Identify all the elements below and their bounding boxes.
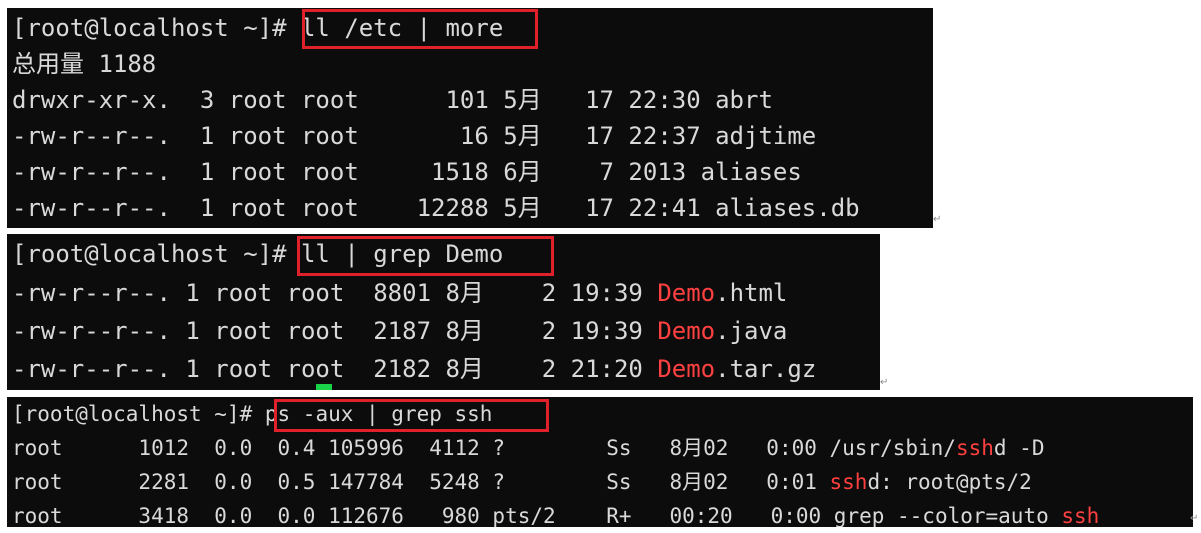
command-highlight-box (302, 9, 538, 49)
row-text: -rw-r--r--. 1 root root 2182 8月 2 21:20 (12, 355, 658, 383)
prompt: [root@localhost ~]# (12, 14, 301, 42)
row-text: root 3418 0.0 0.0 112676 980 pts/2 R+ 00… (12, 504, 1062, 527)
command-highlight-box (297, 236, 554, 276)
row-text: root 1012 0.0 0.4 105996 4112 ? Ss 8月02 … (12, 436, 956, 460)
prompt: [root@localhost ~]# (12, 402, 265, 426)
terminal-cursor (316, 384, 332, 390)
row-suffix: .html (715, 279, 788, 307)
output-line: -rw-r--r--. 1 root root 12288 5月 17 22:4… (12, 194, 860, 222)
row-suffix: d -D (993, 436, 1045, 460)
command-highlight-box (274, 399, 549, 432)
terminal-ps-grep-ssh: [root@localhost ~]# ps -aux | grep ssh r… (7, 397, 1193, 527)
row-text: -rw-r--r--. 1 root root 8801 8月 2 19:39 (12, 279, 658, 307)
paragraph-mark-icon: ↵ (933, 214, 942, 225)
paragraph-mark-icon: ↵ (880, 377, 889, 388)
row-text: -rw-r--r--. 1 root root 2187 8月 2 19:39 (12, 317, 658, 345)
output-line: root 3418 0.0 0.0 112676 980 pts/2 R+ 00… (12, 499, 1099, 527)
grep-match: Demo (657, 355, 716, 383)
grep-match: ssh (955, 436, 994, 460)
row-suffix: .java (715, 317, 788, 345)
output-line: -rw-r--r--. 1 root root 2182 8月 2 21:20 … (12, 350, 816, 388)
output-line: 总用量 1188 (12, 50, 157, 78)
grep-match: Demo (657, 279, 716, 307)
output-line: -rw-r--r--. 1 root root 1518 6月 7 2013 a… (12, 158, 802, 186)
output-line: -rw-r--r--. 1 root root 2187 8月 2 19:39 … (12, 312, 787, 350)
output-line: -rw-r--r--. 1 root root 8801 8月 2 19:39 … (12, 274, 787, 312)
row-text: root 2281 0.0 0.5 147784 5248 ? Ss 8月02 … (12, 470, 830, 494)
output-line: drwxr-xr-x. 3 root root 101 5月 17 22:30 … (12, 86, 773, 114)
grep-match: Demo (657, 317, 716, 345)
output-line: root 1012 0.0 0.4 105996 4112 ? Ss 8月02 … (12, 431, 1044, 465)
prompt: [root@localhost ~]# (12, 240, 301, 268)
grep-match: ssh (829, 470, 868, 494)
row-suffix: d: root@pts/2 (867, 470, 1032, 494)
output-line: root 2281 0.0 0.5 147784 5248 ? Ss 8月02 … (12, 465, 1032, 499)
output-line: -rw-r--r--. 1 root root 16 5月 17 22:37 a… (12, 122, 817, 150)
grep-match: ssh (1061, 504, 1100, 527)
row-suffix: .tar.gz (715, 355, 817, 383)
paragraph-mark-icon: ↵ (1190, 513, 1199, 524)
